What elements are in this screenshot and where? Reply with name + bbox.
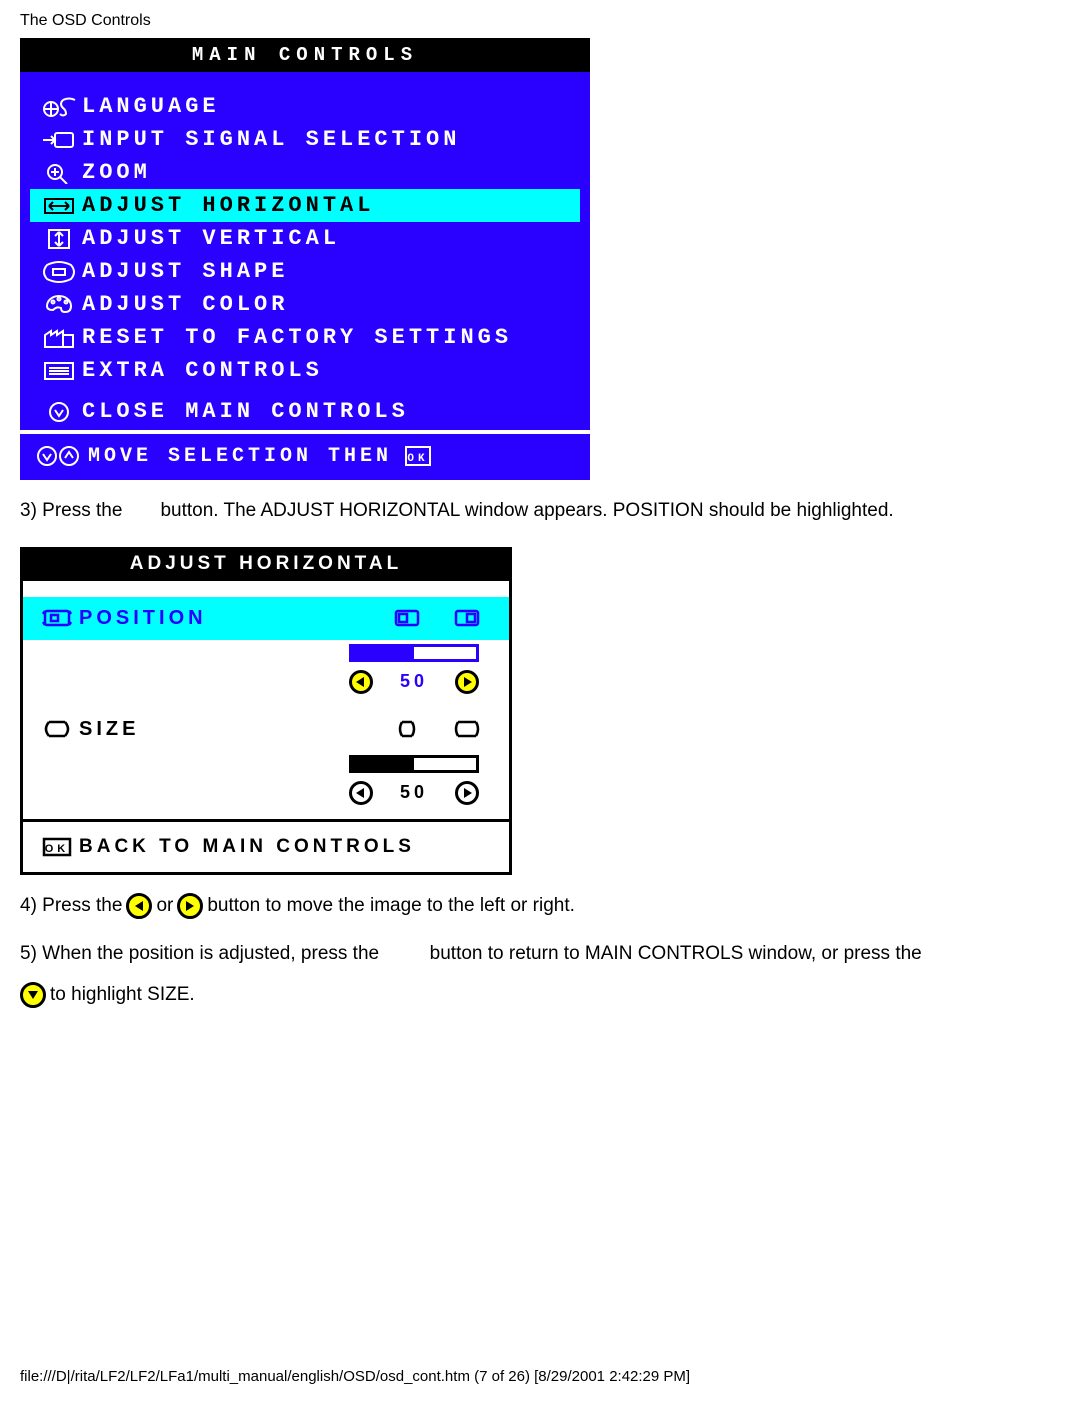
back-to-main-row[interactable]: OK BACK TO MAIN CONTROLS (23, 819, 509, 872)
position-left-button[interactable] (349, 670, 373, 694)
size-label: SIZE (79, 718, 377, 741)
adjust-vertical-icon (36, 228, 82, 250)
menu-item-zoom[interactable]: ZOOM (30, 156, 580, 189)
main-controls-osd: MAIN CONTROLS LANGUAGE INPUT SIGNAL SELE… (20, 38, 590, 480)
size-wide-icon (437, 718, 497, 740)
adjust-horizontal-icon (36, 195, 82, 217)
adjust-horizontal-title: ADJUST HORIZONTAL (20, 547, 512, 581)
step5-a: 5) When the position is adjusted, press … (20, 943, 379, 964)
size-left-button[interactable] (349, 781, 373, 805)
extra-controls-icon (36, 360, 82, 382)
size-slider-block: 50 (23, 751, 509, 819)
left-button-icon (126, 893, 152, 919)
menu-item-adjust-color[interactable]: ADJUST COLOR (30, 288, 580, 321)
position-value: 50 (400, 671, 428, 692)
close-icon (36, 400, 82, 424)
size-icon (35, 718, 79, 740)
menu-item-close[interactable]: CLOSE MAIN CONTROLS (30, 395, 580, 428)
position-left-icon (377, 607, 437, 629)
zoom-icon (36, 162, 82, 184)
ok-icon: OK (404, 445, 432, 467)
input-signal-icon (36, 129, 82, 151)
menu-item-language[interactable]: LANGUAGE (30, 90, 580, 123)
ok-back-icon: OK (35, 836, 79, 858)
menu-item-label: ADJUST HORIZONTAL (82, 193, 374, 218)
position-slider-block: 50 (23, 640, 509, 708)
instruction-step-4: 4) Press the or button to move the image… (20, 893, 1060, 920)
position-right-button[interactable] (455, 670, 479, 694)
position-label: POSITION (79, 607, 377, 630)
menu-item-label: ADJUST COLOR (82, 292, 288, 317)
menu-item-adjust-vertical[interactable]: ADJUST VERTICAL (30, 222, 580, 255)
main-controls-title: MAIN CONTROLS (20, 38, 590, 72)
menu-item-input-signal[interactable]: INPUT SIGNAL SELECTION (30, 123, 580, 156)
menu-item-label: INPUT SIGNAL SELECTION (82, 127, 460, 152)
menu-item-extra-controls[interactable]: EXTRA CONTROLS (30, 354, 580, 387)
right-button-icon (177, 893, 203, 919)
menu-item-label: CLOSE MAIN CONTROLS (82, 399, 409, 424)
position-row[interactable]: POSITION (23, 597, 509, 640)
size-row[interactable]: SIZE (23, 708, 509, 751)
position-right-icon (437, 607, 497, 629)
footer-file-path: file:///D|/rita/LF2/LF2/LFa1/multi_manua… (20, 1368, 1060, 1397)
step3-a: 3) Press the (20, 498, 122, 525)
menu-item-label: EXTRA CONTROLS (82, 358, 323, 383)
step4-b: or (156, 893, 173, 920)
adjust-horizontal-osd: ADJUST HORIZONTAL POSITION 50 (20, 547, 512, 875)
menu-item-reset-factory[interactable]: RESET TO FACTORY SETTINGS (30, 321, 580, 354)
position-icon (35, 607, 79, 629)
menu-item-label: ADJUST SHAPE (82, 259, 288, 284)
step5-c: to highlight SIZE. (50, 982, 195, 1009)
back-label: BACK TO MAIN CONTROLS (79, 836, 415, 858)
size-value: 50 (400, 782, 428, 803)
footer-text: MOVE SELECTION THEN (88, 445, 392, 468)
step4-c: button to move the image to the left or … (207, 893, 575, 920)
adjust-color-icon (36, 294, 82, 316)
adjust-shape-icon (36, 261, 82, 283)
reset-factory-icon (36, 327, 82, 349)
menu-item-adjust-shape[interactable]: ADJUST SHAPE (30, 255, 580, 288)
instruction-step-3: 3) Press the button. The ADJUST HORIZONT… (20, 498, 1060, 525)
page-header: The OSD Controls (20, 0, 1060, 38)
size-bar (349, 755, 479, 773)
svg-text:OK: OK (45, 843, 70, 855)
menu-item-label: ZOOM (82, 160, 151, 185)
position-bar (349, 644, 479, 662)
language-icon (36, 96, 82, 118)
menu-item-label: RESET TO FACTORY SETTINGS (82, 325, 512, 350)
up-down-icon (28, 444, 88, 468)
main-controls-footer: MOVE SELECTION THEN OK (20, 434, 590, 480)
step5-b: button to return to MAIN CONTROLS window… (430, 943, 922, 964)
instruction-step-5: 5) When the position is adjusted, press … (20, 941, 1060, 1008)
svg-text:OK: OK (407, 453, 428, 465)
menu-item-label: LANGUAGE (82, 94, 220, 119)
menu-item-label: ADJUST VERTICAL (82, 226, 340, 251)
down-button-icon (20, 982, 46, 1008)
step4-a: 4) Press the (20, 893, 122, 920)
size-right-button[interactable] (455, 781, 479, 805)
menu-item-adjust-horizontal[interactable]: ADJUST HORIZONTAL (30, 189, 580, 222)
size-narrow-icon (377, 718, 437, 740)
step3-b: button. The ADJUST HORIZONTAL window app… (160, 498, 893, 525)
